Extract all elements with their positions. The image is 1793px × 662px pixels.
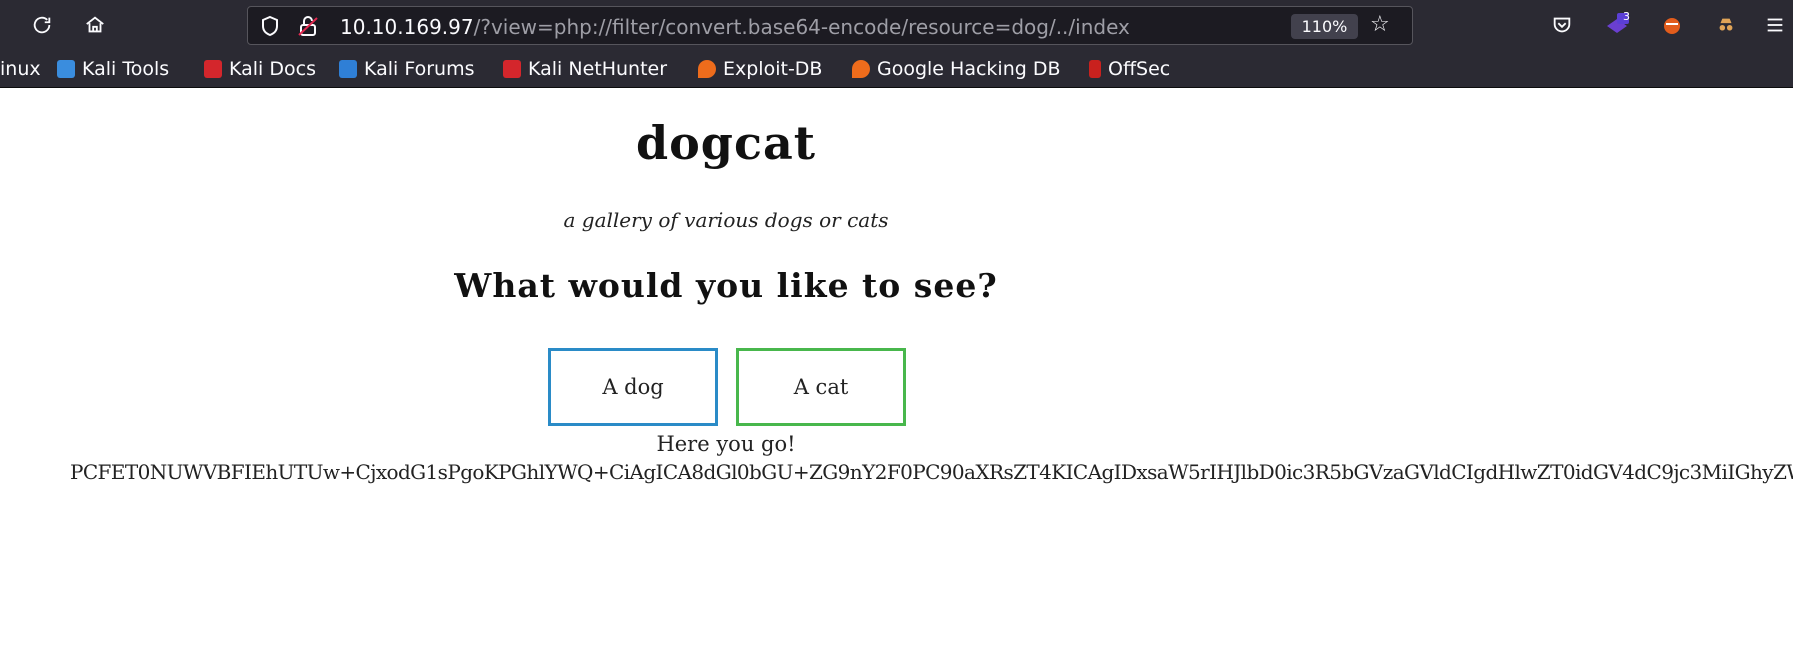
bookmark-kali-forums[interactable]: Kali Forums	[339, 58, 475, 80]
bookmark-offsec[interactable]: OffSec	[1089, 58, 1170, 80]
bookmark-kali-linux[interactable]: inux	[0, 58, 41, 80]
dog-button[interactable]: A dog	[548, 348, 718, 426]
bookmark-label: Kali NetHunter	[528, 58, 668, 80]
bookmark-kali-nethunter[interactable]: Kali NetHunter	[503, 58, 667, 80]
extension-badge-count: 3	[1623, 10, 1630, 23]
spy-extension-icon[interactable]	[1710, 9, 1742, 41]
browser-toolbar: 10.10.169.97/?view=php://filter/convert.…	[0, 0, 1793, 50]
kali-forums-icon	[339, 60, 357, 78]
cat-button[interactable]: A cat	[736, 348, 906, 426]
kali-docs-icon	[204, 60, 222, 78]
url-bar[interactable]: 10.10.169.97/?view=php://filter/convert.…	[247, 6, 1413, 45]
bookmark-label: Kali Docs	[229, 58, 316, 80]
bookmark-label: OffSec	[1108, 58, 1171, 80]
base64-output: PCFET0NUWVBFIEhUTUw+CjxodG1sPgoKPGhlYWQ+…	[70, 460, 1793, 484]
kali-tools-icon	[57, 60, 75, 78]
bookmark-kali-docs[interactable]: Kali Docs	[204, 58, 316, 80]
pocket-icon[interactable]	[1546, 9, 1578, 41]
tracking-protection-shield-icon[interactable]	[258, 14, 284, 40]
bookmark-label: Kali Forums	[364, 58, 475, 80]
page-title: dogcat	[635, 116, 817, 170]
bookmark-exploit-db[interactable]: Exploit-DB	[698, 58, 822, 80]
here-you-go-text: Here you go!	[656, 432, 796, 456]
offsec-icon	[1089, 60, 1101, 78]
extension-badge-icon[interactable]: 3	[1601, 9, 1633, 41]
url-text[interactable]: 10.10.169.97/?view=php://filter/convert.…	[340, 15, 1130, 39]
zoom-level-button[interactable]: 110%	[1291, 14, 1358, 39]
nethunter-icon	[503, 60, 521, 78]
hackbar-extension-icon[interactable]	[1656, 9, 1688, 41]
bookmark-star-icon[interactable]: ☆	[1370, 12, 1390, 37]
bookmark-label: inux	[0, 58, 41, 80]
page-question: What would you like to see?	[454, 266, 998, 305]
url-path: /?view=php://filter/convert.base64-encod…	[473, 15, 1130, 39]
page-subtitle: a gallery of various dogs or cats	[563, 208, 889, 232]
menu-icon[interactable]	[1759, 9, 1791, 41]
url-host: 10.10.169.97	[340, 15, 474, 39]
bookmark-google-hacking-db[interactable]: Google Hacking DB	[852, 58, 1061, 80]
bookmark-kali-tools[interactable]: Kali Tools	[57, 58, 169, 80]
ghdb-icon	[852, 60, 870, 78]
bookmark-label: Kali Tools	[82, 58, 170, 80]
home-icon[interactable]	[79, 9, 111, 41]
page-content: dogcat a gallery of various dogs or cats…	[0, 88, 1793, 662]
insecure-lock-icon[interactable]	[296, 14, 322, 40]
bookmark-label: Exploit-DB	[723, 58, 823, 80]
exploit-db-icon	[698, 60, 716, 78]
bookmarks-bar: inux Kali Tools Kali Docs Kali Forums Ka…	[0, 50, 1793, 88]
reload-icon[interactable]	[26, 9, 58, 41]
bookmark-label: Google Hacking DB	[877, 58, 1061, 80]
